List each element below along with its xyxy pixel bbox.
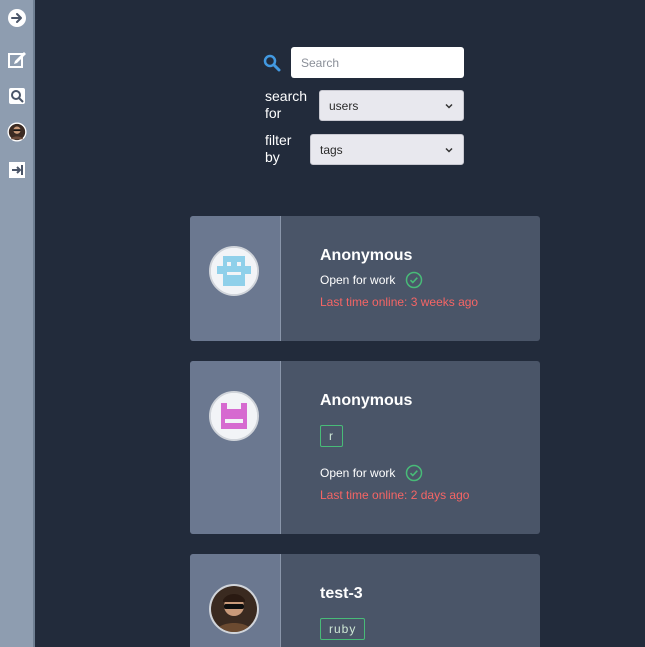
filter-by-label: filter by <box>265 132 292 165</box>
last-online-text: Last time online: 2 days ago <box>320 488 470 502</box>
check-circle-icon <box>406 271 423 289</box>
avatar[interactable] <box>209 391 259 441</box>
status-text: Open for work <box>320 273 396 287</box>
tag-badge[interactable]: ruby <box>320 618 366 640</box>
chevron-down-icon <box>445 147 453 153</box>
avatar[interactable] <box>209 584 259 634</box>
last-online-text: Last time online: 3 weeks ago <box>320 295 479 309</box>
user-name[interactable]: Anonymous <box>320 247 412 265</box>
edit-icon[interactable] <box>7 49 27 69</box>
filter-by-select[interactable]: tags <box>310 134 464 165</box>
user-name[interactable]: Anonymous <box>320 392 412 410</box>
status-text: Open for work <box>320 466 396 480</box>
search-for-value: users <box>329 98 359 113</box>
search-input[interactable] <box>291 47 464 78</box>
search-document-icon[interactable] <box>7 86 27 106</box>
chevron-down-icon <box>445 103 453 109</box>
profile-avatar-icon[interactable] <box>7 122 27 142</box>
filter-by-value: tags <box>320 142 343 157</box>
check-circle-icon <box>406 464 423 482</box>
search-row <box>263 47 465 78</box>
avatar[interactable] <box>209 246 259 296</box>
search-for-select[interactable]: users <box>319 90 464 121</box>
search-icon <box>263 54 281 72</box>
logout-icon[interactable] <box>7 160 27 180</box>
card-avatar-panel <box>190 361 281 534</box>
open-for-work-status: Open for work <box>320 271 423 289</box>
user-card[interactable]: Anonymous r Open for work Last time onli… <box>190 361 540 534</box>
search-for-label: search for <box>265 88 308 121</box>
sidebar <box>0 0 35 647</box>
open-for-work-status: Open for work <box>320 464 423 482</box>
user-card[interactable]: test-3 ruby <box>190 554 540 647</box>
tag-badge[interactable]: r <box>320 425 343 447</box>
user-card[interactable]: Anonymous Open for work Last time online… <box>190 216 540 341</box>
user-name[interactable]: test-3 <box>320 585 363 603</box>
arrow-right-circle-icon[interactable] <box>7 8 27 28</box>
